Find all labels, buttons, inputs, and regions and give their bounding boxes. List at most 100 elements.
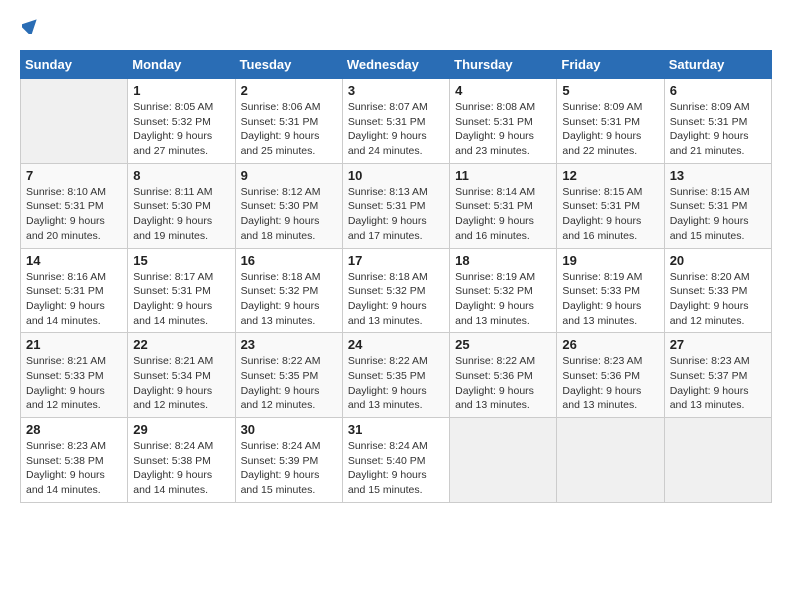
- day-info: Sunrise: 8:24 AMSunset: 5:40 PMDaylight:…: [348, 439, 444, 498]
- calendar-cell: 8 Sunrise: 8:11 AMSunset: 5:30 PMDaylight…: [128, 163, 235, 248]
- calendar-cell: 27 Sunrise: 8:23 AMSunset: 5:37 PMDayligh…: [664, 333, 771, 418]
- calendar-cell: 10 Sunrise: 8:13 AMSunset: 5:31 PMDayligh…: [342, 163, 449, 248]
- calendar-cell: 28 Sunrise: 8:23 AMSunset: 5:38 PMDayligh…: [21, 418, 128, 503]
- day-number: 19: [562, 253, 658, 268]
- day-info: Sunrise: 8:19 AMSunset: 5:33 PMDaylight:…: [562, 270, 658, 329]
- calendar-cell: 14 Sunrise: 8:16 AMSunset: 5:31 PMDayligh…: [21, 248, 128, 333]
- calendar-cell: 20 Sunrise: 8:20 AMSunset: 5:33 PMDayligh…: [664, 248, 771, 333]
- calendar-cell: 15Sunrise: 8:17 AMSunset: 5:31 PMDayligh…: [128, 248, 235, 333]
- day-info: Sunrise: 8:24 AMSunset: 5:38 PMDaylight:…: [133, 439, 229, 498]
- column-header-saturday: Saturday: [664, 51, 771, 79]
- day-info: Sunrise: 8:14 AMSunset: 5:31 PMDaylight:…: [455, 185, 551, 244]
- day-info: Sunrise: 8:09 AMSunset: 5:31 PMDaylight:…: [562, 100, 658, 159]
- day-number: 9: [241, 168, 337, 183]
- calendar-cell: 23 Sunrise: 8:22 AMSunset: 5:35 PMDayligh…: [235, 333, 342, 418]
- calendar-cell: 31 Sunrise: 8:24 AMSunset: 5:40 PMDayligh…: [342, 418, 449, 503]
- calendar-cell: [664, 418, 771, 503]
- day-info: Sunrise: 8:06 AMSunset: 5:31 PMDaylight:…: [241, 100, 337, 159]
- day-info: Sunrise: 8:23 AMSunset: 5:38 PMDaylight:…: [26, 439, 122, 498]
- day-info: Sunrise: 8:15 AMSunset: 5:31 PMDaylight:…: [670, 185, 766, 244]
- calendar-cell: 3 Sunrise: 8:07 AMSunset: 5:31 PMDaylight…: [342, 79, 449, 164]
- day-info: Sunrise: 8:05 AMSunset: 5:32 PMDaylight:…: [133, 100, 229, 159]
- day-number: 14: [26, 253, 122, 268]
- day-number: 12: [562, 168, 658, 183]
- day-info: Sunrise: 8:18 AMSunset: 5:32 PMDaylight:…: [348, 270, 444, 329]
- calendar-table: SundayMondayTuesdayWednesdayThursdayFrid…: [20, 50, 772, 503]
- day-number: 31: [348, 422, 444, 437]
- day-number: 1: [133, 83, 229, 98]
- calendar-cell: 6 Sunrise: 8:09 AMSunset: 5:31 PMDaylight…: [664, 79, 771, 164]
- day-number: 27: [670, 337, 766, 352]
- day-info: Sunrise: 8:20 AMSunset: 5:33 PMDaylight:…: [670, 270, 766, 329]
- logo-icon: [22, 16, 40, 34]
- day-number: 21: [26, 337, 122, 352]
- day-number: 17: [348, 253, 444, 268]
- day-info: Sunrise: 8:22 AMSunset: 5:35 PMDaylight:…: [241, 354, 337, 413]
- day-info: Sunrise: 8:24 AMSunset: 5:39 PMDaylight:…: [241, 439, 337, 498]
- calendar-cell: 4 Sunrise: 8:08 AMSunset: 5:31 PMDaylight…: [450, 79, 557, 164]
- day-number: 13: [670, 168, 766, 183]
- day-info: Sunrise: 8:22 AMSunset: 5:35 PMDaylight:…: [348, 354, 444, 413]
- column-header-friday: Friday: [557, 51, 664, 79]
- column-header-wednesday: Wednesday: [342, 51, 449, 79]
- calendar-cell: 19 Sunrise: 8:19 AMSunset: 5:33 PMDayligh…: [557, 248, 664, 333]
- calendar-cell: 1 Sunrise: 8:05 AMSunset: 5:32 PMDaylight…: [128, 79, 235, 164]
- day-info: Sunrise: 8:22 AMSunset: 5:36 PMDaylight:…: [455, 354, 551, 413]
- calendar-cell: 29 Sunrise: 8:24 AMSunset: 5:38 PMDayligh…: [128, 418, 235, 503]
- day-info: Sunrise: 8:21 AMSunset: 5:34 PMDaylight:…: [133, 354, 229, 413]
- column-header-thursday: Thursday: [450, 51, 557, 79]
- day-info: Sunrise: 8:21 AMSunset: 5:33 PMDaylight:…: [26, 354, 122, 413]
- calendar-cell: 24Sunrise: 8:22 AMSunset: 5:35 PMDayligh…: [342, 333, 449, 418]
- day-info: Sunrise: 8:17 AMSunset: 5:31 PMDaylight:…: [133, 270, 229, 329]
- day-number: 25: [455, 337, 551, 352]
- day-info: Sunrise: 8:08 AMSunset: 5:31 PMDaylight:…: [455, 100, 551, 159]
- calendar-cell: 16 Sunrise: 8:18 AMSunset: 5:32 PMDayligh…: [235, 248, 342, 333]
- calendar-cell: 25 Sunrise: 8:22 AMSunset: 5:36 PMDayligh…: [450, 333, 557, 418]
- day-info: Sunrise: 8:23 AMSunset: 5:37 PMDaylight:…: [670, 354, 766, 413]
- day-info: Sunrise: 8:09 AMSunset: 5:31 PMDaylight:…: [670, 100, 766, 159]
- column-header-tuesday: Tuesday: [235, 51, 342, 79]
- calendar-cell: 21 Sunrise: 8:21 AMSunset: 5:33 PMDayligh…: [21, 333, 128, 418]
- calendar-cell: 26 Sunrise: 8:23 AMSunset: 5:36 PMDayligh…: [557, 333, 664, 418]
- day-number: 28: [26, 422, 122, 437]
- day-number: 20: [670, 253, 766, 268]
- day-number: 29: [133, 422, 229, 437]
- day-number: 10: [348, 168, 444, 183]
- day-info: Sunrise: 8:07 AMSunset: 5:31 PMDaylight:…: [348, 100, 444, 159]
- calendar-cell: 22 Sunrise: 8:21 AMSunset: 5:34 PMDayligh…: [128, 333, 235, 418]
- calendar-cell: 9 Sunrise: 8:12 AMSunset: 5:30 PMDaylight…: [235, 163, 342, 248]
- day-number: 2: [241, 83, 337, 98]
- calendar-cell: 5 Sunrise: 8:09 AMSunset: 5:31 PMDaylight…: [557, 79, 664, 164]
- day-info: Sunrise: 8:16 AMSunset: 5:31 PMDaylight:…: [26, 270, 122, 329]
- day-number: 26: [562, 337, 658, 352]
- page-header: [20, 20, 772, 34]
- calendar-cell: 2 Sunrise: 8:06 AMSunset: 5:31 PMDaylight…: [235, 79, 342, 164]
- day-info: Sunrise: 8:23 AMSunset: 5:36 PMDaylight:…: [562, 354, 658, 413]
- calendar-cell: [557, 418, 664, 503]
- column-header-monday: Monday: [128, 51, 235, 79]
- day-number: 7: [26, 168, 122, 183]
- day-number: 5: [562, 83, 658, 98]
- calendar-cell: 11Sunrise: 8:14 AMSunset: 5:31 PMDayligh…: [450, 163, 557, 248]
- day-number: 18: [455, 253, 551, 268]
- calendar-cell: [21, 79, 128, 164]
- day-number: 3: [348, 83, 444, 98]
- calendar-cell: 18Sunrise: 8:19 AMSunset: 5:32 PMDayligh…: [450, 248, 557, 333]
- logo: [20, 20, 40, 34]
- day-info: Sunrise: 8:11 AMSunset: 5:30 PMDaylight:…: [133, 185, 229, 244]
- day-info: Sunrise: 8:10 AMSunset: 5:31 PMDaylight:…: [26, 185, 122, 244]
- day-number: 22: [133, 337, 229, 352]
- day-number: 16: [241, 253, 337, 268]
- calendar-cell: 12 Sunrise: 8:15 AMSunset: 5:31 PMDayligh…: [557, 163, 664, 248]
- calendar-cell: 17 Sunrise: 8:18 AMSunset: 5:32 PMDayligh…: [342, 248, 449, 333]
- day-info: Sunrise: 8:12 AMSunset: 5:30 PMDaylight:…: [241, 185, 337, 244]
- day-info: Sunrise: 8:13 AMSunset: 5:31 PMDaylight:…: [348, 185, 444, 244]
- day-number: 4: [455, 83, 551, 98]
- calendar-cell: 30Sunrise: 8:24 AMSunset: 5:39 PMDayligh…: [235, 418, 342, 503]
- day-info: Sunrise: 8:15 AMSunset: 5:31 PMDaylight:…: [562, 185, 658, 244]
- day-number: 23: [241, 337, 337, 352]
- day-number: 6: [670, 83, 766, 98]
- day-number: 8: [133, 168, 229, 183]
- calendar-cell: [450, 418, 557, 503]
- day-info: Sunrise: 8:18 AMSunset: 5:32 PMDaylight:…: [241, 270, 337, 329]
